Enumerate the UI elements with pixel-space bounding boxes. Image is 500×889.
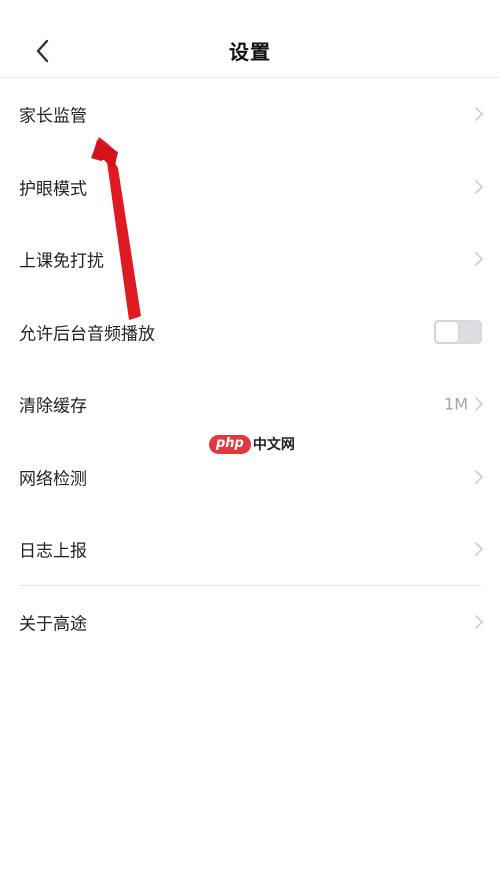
settings-row-about[interactable]: 关于高途 [0, 586, 500, 659]
site-watermark: php 中文网 [209, 432, 295, 456]
settings-row-class-do-not-disturb[interactable]: 上课免打扰 [0, 223, 500, 296]
chevron-right-icon [475, 614, 483, 629]
toggle-knob [436, 321, 458, 342]
row-label: 日志上报 [19, 541, 87, 562]
chevron-right-icon [475, 252, 483, 267]
row-label: 护眼模式 [19, 179, 87, 200]
chevron-right-icon [475, 397, 483, 412]
cache-size-value: 1M [444, 394, 468, 414]
row-label: 清除缓存 [19, 396, 87, 417]
chevron-right-icon [475, 542, 483, 557]
settings-row-eye-care-mode[interactable]: 护眼模式 [0, 151, 500, 224]
settings-row-background-audio: 允许后台音频播放 [0, 296, 500, 369]
row-label: 网络检测 [19, 469, 87, 490]
chevron-right-icon [475, 179, 483, 194]
settings-row-log-report[interactable]: 日志上报 [0, 513, 500, 586]
settings-row-parental-control[interactable]: 家长监管 [0, 78, 500, 151]
row-label: 家长监管 [19, 106, 87, 127]
chevron-right-icon [475, 107, 483, 122]
chevron-right-icon [475, 469, 483, 484]
settings-row-clear-cache[interactable]: 清除缓存 1M [0, 368, 500, 441]
settings-list: 家长监管 护眼模式 上课免打扰 允许后台音频播放 清除缓存 1M 网络检测 日志… [0, 78, 500, 658]
nav-header: 设置 [0, 0, 500, 78]
watermark-text: 中文网 [252, 437, 295, 453]
row-label: 上课免打扰 [19, 251, 104, 272]
row-label: 关于高途 [19, 614, 87, 635]
row-label: 允许后台音频播放 [19, 324, 155, 345]
page-title: 设置 [229, 40, 271, 64]
watermark-badge: php [209, 434, 251, 454]
background-audio-toggle[interactable] [434, 319, 482, 344]
